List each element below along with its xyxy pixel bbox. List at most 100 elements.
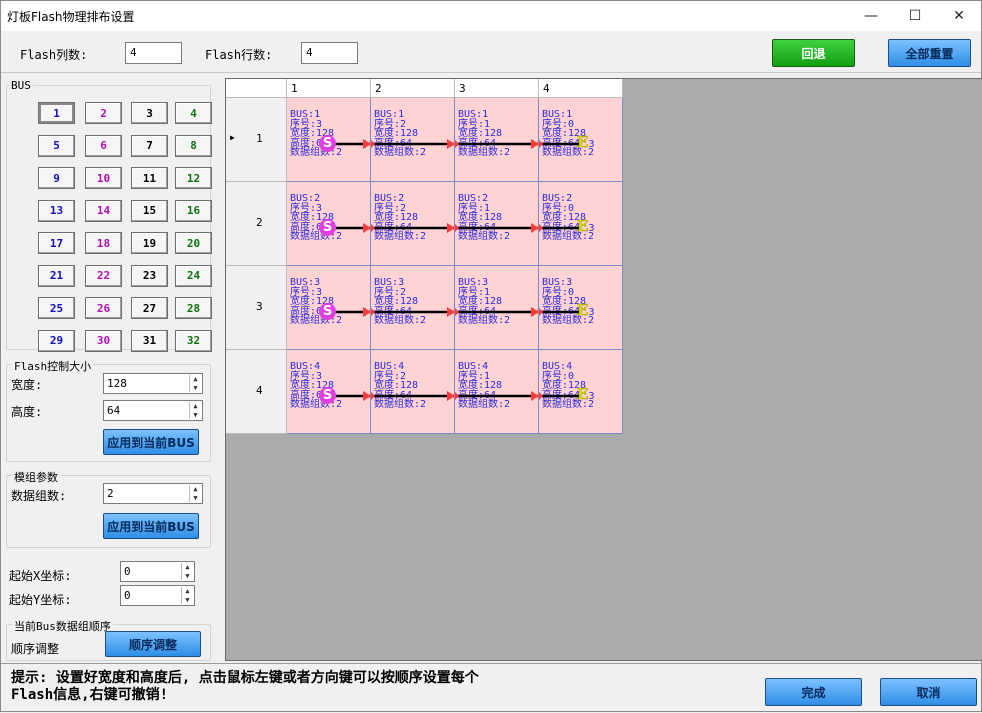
start-y-spinner[interactable]: 0 ▲ ▼ [120,585,195,606]
start-marker-icon: S [319,303,336,320]
order-adjust-button[interactable]: 顺序调整 [105,631,201,657]
bus-button[interactable]: 24 [175,264,212,287]
bus-button[interactable]: 19 [131,232,168,254]
module-params-group: 模组参数 数据组数: 2 ▲ ▼ 应用到当前BUS [6,469,211,548]
bus-button[interactable]: 6 [85,134,122,157]
bus-button[interactable]: 16 [175,199,212,222]
row-header: 4 [226,350,287,434]
width-label: 宽度: [11,378,43,392]
bus-button[interactable]: 31 [131,329,168,352]
bus-button[interactable]: 17 [38,232,75,254]
groups-spinner[interactable]: 2 ▲ ▼ [103,483,203,504]
bottom-bar: 提示: 设置好宽度和高度后, 点击鼠标左键或者方向键可以按顺序设置每个 Flas… [1,663,981,713]
flash-rows-label: Flash行数: [205,48,273,62]
bus-order-group: 当前Bus数据组顺序 顺序调整 顺序调整 [6,618,211,661]
flash-layout-grid[interactable]: 1 2 3 4 ▶ 1 BUS:1 序号:3 宽度:128 高度:64 数据组数:2 S BUS:1 序号… [225,78,982,661]
groups-value: 2 [107,487,114,500]
bus-button[interactable]: 28 [175,297,212,319]
bus-button[interactable]: 25 [38,297,75,319]
column-header: 4 [539,79,623,98]
row-header: 3 [226,266,287,350]
left-panel: BUS 1 2 3 4 5 6 7 8 9 10 11 12 13 14 15 16 17 18 19 20 21 22 2… [6,77,217,661]
bus-button[interactable]: 5 [38,134,75,157]
order-arrow-icon [455,391,538,401]
bus-button[interactable]: 8 [175,134,212,157]
bus-button[interactable]: 20 [175,232,212,254]
bus-button[interactable]: 7 [131,134,168,157]
cancel-button[interactable]: 取消 [880,678,977,706]
bus-button[interactable]: 27 [131,297,168,319]
spinner-arrows-icon[interactable]: ▲ ▼ [189,485,201,502]
flash-cell[interactable]: BUS:2序号:2宽度:128高度:64数据组数:2 [371,182,455,266]
maximize-icon[interactable]: ☐ [893,1,937,31]
spinner-arrows-icon[interactable]: ▲ ▼ [189,375,201,392]
bus-button[interactable]: 12 [175,167,212,189]
flash-cell[interactable]: BUS:2序号:0宽度:128高度:64数据组数:2E3 [539,182,623,266]
width-value: 128 [107,377,127,390]
order-arrow-icon [455,139,538,149]
order-arrow-icon [371,223,454,233]
flash-cell[interactable]: BUS:4 序号:3 宽度:128 高度:64 数据组数:2 S [287,350,371,434]
apply-module-button[interactable]: 应用到当前BUS [103,513,199,539]
bus-button[interactable]: 1 [38,102,75,124]
bus-button[interactable]: 9 [38,167,75,189]
flash-cell[interactable]: BUS:1序号:0宽度:128高度:64数据组数:2E3 [539,98,623,182]
bus-button[interactable]: 13 [38,199,75,222]
bus-button[interactable]: 11 [131,167,168,189]
width-spinner[interactable]: 128 ▲ ▼ [103,373,203,394]
height-spinner[interactable]: 64 ▲ ▼ [103,400,203,421]
flash-cell[interactable]: BUS:2 序号:3 宽度:128 高度:64 数据组数:2 S [287,182,371,266]
height-value: 64 [107,404,121,417]
bus-button[interactable]: 29 [38,329,75,352]
end-marker-icon: E3 [577,217,595,236]
flash-cell[interactable]: BUS:3序号:1宽度:128高度:64数据组数:2 [455,266,539,350]
order-arrow-icon [371,391,454,401]
module-params-title: 模组参数 [12,469,60,485]
back-button[interactable]: 回退 [772,39,855,67]
flash-rows-input[interactable]: 4 [301,42,358,64]
start-y-value: 0 [124,589,131,602]
start-x-spinner[interactable]: 0 ▲ ▼ [120,561,195,582]
flash-cell[interactable]: BUS:1序号:1宽度:128高度:64数据组数:2 [455,98,539,182]
flash-cell[interactable]: BUS:3序号:0宽度:128高度:64数据组数:2E3 [539,266,623,350]
flash-cell[interactable]: BUS:4序号:2宽度:128高度:64数据组数:2 [371,350,455,434]
flash-cell[interactable]: BUS:4序号:1宽度:128高度:64数据组数:2 [455,350,539,434]
close-icon[interactable]: ✕ [937,1,981,31]
height-label: 高度: [11,405,43,419]
start-marker-icon: S [319,387,336,404]
start-marker-icon: S [319,219,336,236]
order-arrow-icon [455,307,538,317]
start-y-label: 起始Y坐标: [9,593,72,607]
bus-button[interactable]: 26 [85,297,122,319]
flash-cell[interactable]: BUS:2序号:1宽度:128高度:64数据组数:2 [455,182,539,266]
flash-cell[interactable]: BUS:3序号:2宽度:128高度:64数据组数:2 [371,266,455,350]
spinner-arrows-icon[interactable]: ▲ ▼ [181,563,193,580]
bus-button[interactable]: 14 [85,199,122,222]
done-button[interactable]: 完成 [765,678,862,706]
bus-group-title: BUS [9,79,33,92]
bus-button[interactable]: 4 [175,102,212,124]
flash-cols-input[interactable]: 4 [125,42,182,64]
bus-button[interactable]: 3 [131,102,168,124]
bus-button[interactable]: 18 [85,232,122,254]
end-marker-icon: E3 [577,133,595,152]
bus-button[interactable]: 32 [175,329,212,352]
flash-cell[interactable]: BUS:1序号:2宽度:128高度:64数据组数:2 [371,98,455,182]
bus-button[interactable]: 2 [85,102,122,124]
window: 灯板Flash物理排布设置 — ☐ ✕ Flash列数: 4 Flash行数: … [0,0,982,712]
reset-all-button[interactable]: 全部重置 [888,39,971,67]
flash-cell[interactable]: BUS:4序号:0宽度:128高度:64数据组数:2E3 [539,350,623,434]
apply-size-button[interactable]: 应用到当前BUS [103,429,199,455]
flash-cell[interactable]: BUS:1 序号:3 宽度:128 高度:64 数据组数:2 S [287,98,371,182]
bus-button[interactable]: 10 [85,167,122,189]
bus-button[interactable]: 15 [131,199,168,222]
bus-button[interactable]: 21 [38,264,75,287]
bus-button[interactable]: 22 [85,264,122,287]
spinner-arrows-icon[interactable]: ▲ ▼ [181,587,193,604]
bus-group: BUS 1 2 3 4 5 6 7 8 9 10 11 12 13 14 15 16 17 18 19 20 21 22 2… [6,79,212,352]
bus-button[interactable]: 30 [85,329,122,352]
flash-cell[interactable]: BUS:3 序号:3 宽度:128 高度:64 数据组数:2 S [287,266,371,350]
minimize-icon[interactable]: — [849,1,893,31]
bus-button[interactable]: 23 [131,264,168,287]
spinner-arrows-icon[interactable]: ▲ ▼ [189,402,201,419]
